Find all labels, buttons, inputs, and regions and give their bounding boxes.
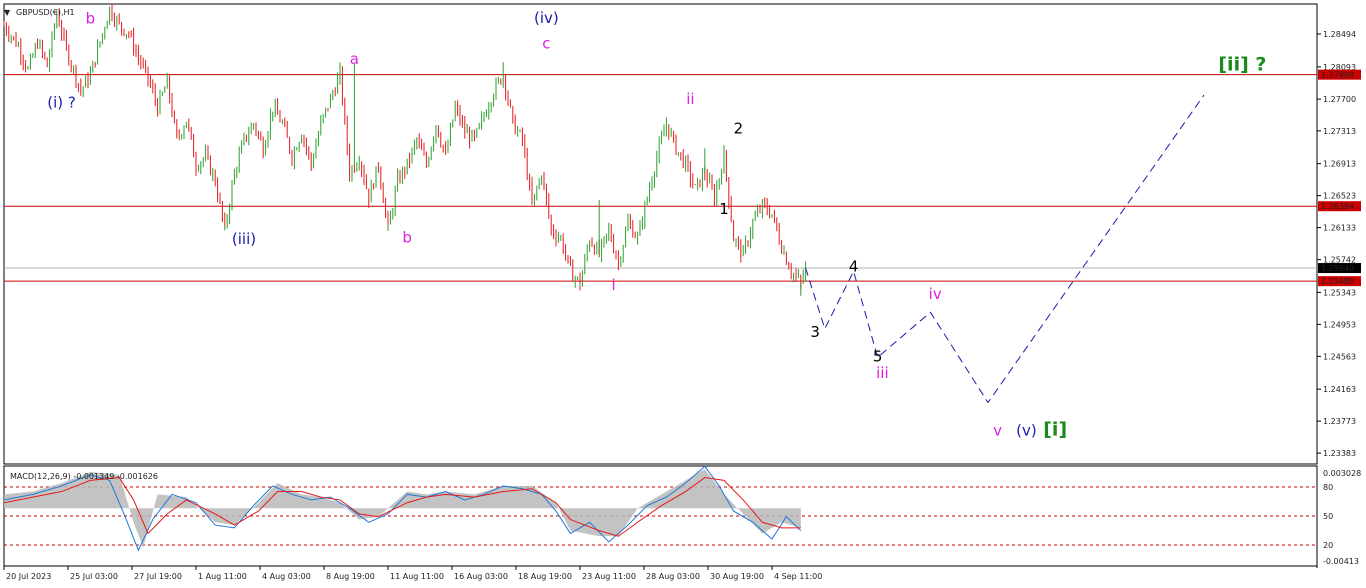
- time-tick-label: 8 Aug 19:00: [326, 572, 375, 581]
- time-tick-label: 27 Jul 19:00: [134, 572, 182, 581]
- wave-label: ii: [686, 90, 694, 108]
- price-tick-label: 1.26523: [1323, 192, 1356, 201]
- wave-label: c: [542, 34, 550, 52]
- current-price-label: 1.25640: [1321, 264, 1354, 273]
- time-tick-label: 30 Aug 19:00: [710, 572, 764, 581]
- wave-label: (iii): [232, 230, 256, 248]
- time-tick-label: 16 Aug 03:00: [454, 572, 508, 581]
- price-tick-label: 1.26913: [1323, 160, 1356, 169]
- macd-tick-label: 20: [1323, 541, 1333, 550]
- wave-label: 2: [734, 120, 744, 138]
- wave-label: [i]: [1043, 418, 1067, 440]
- chart-title: GBPUSD(€),H1: [16, 8, 75, 17]
- level-price-label: 1.25480: [1321, 277, 1354, 286]
- wave-label: (v): [1016, 421, 1037, 439]
- time-tick-label: 11 Aug 11:00: [390, 572, 444, 581]
- wave-label: b: [86, 10, 96, 28]
- wave-label: 1: [719, 200, 729, 218]
- macd-title: MACD(12,26,9) -0.001349 -0.001626: [10, 472, 158, 481]
- price-tick-label: 1.26133: [1323, 224, 1356, 233]
- time-tick-label: 28 Aug 03:00: [646, 572, 700, 581]
- time-tick-label: 23 Aug 11:00: [582, 572, 636, 581]
- time-tick-label: 4 Aug 03:00: [262, 572, 311, 581]
- wave-label: b: [402, 229, 412, 247]
- wave-label: i: [612, 276, 616, 294]
- symbol-menu-icon[interactable]: ▼: [4, 8, 11, 17]
- wave-label: (i) ?: [47, 93, 76, 111]
- macd-tick-label: 0.003028: [1323, 469, 1361, 478]
- wave-label: 4: [849, 257, 859, 275]
- time-tick-label: 18 Aug 19:00: [518, 572, 572, 581]
- wave-label: v: [993, 421, 1002, 439]
- level-price-label: 1.26394: [1321, 202, 1354, 211]
- wave-label: [ii] ?: [1218, 53, 1266, 75]
- price-tick-label: 1.24163: [1323, 385, 1356, 394]
- macd-tick-label: 80: [1323, 483, 1333, 492]
- wave-label: a: [350, 50, 359, 68]
- time-tick-label: 25 Jul 03:00: [70, 572, 118, 581]
- price-tick-label: 1.27313: [1323, 127, 1356, 136]
- price-tick-label: 1.24953: [1323, 320, 1356, 329]
- wave-label: iv: [929, 285, 942, 303]
- time-tick-label: 1 Aug 11:00: [198, 572, 247, 581]
- price-tick-label: 1.27700: [1323, 95, 1356, 104]
- chart-canvas[interactable]: 1.284941.280931.277001.273131.269131.265…: [0, 0, 1366, 588]
- macd-tick-label: -0.00413: [1323, 557, 1359, 566]
- wave-label: 5: [873, 348, 883, 366]
- wave-label: 3: [810, 323, 820, 341]
- time-tick-label: 20 Jul 2023: [6, 572, 51, 581]
- time-tick-label: 4 Sep 11:00: [774, 572, 822, 581]
- price-tick-label: 1.23383: [1323, 449, 1356, 458]
- price-tick-label: 1.28494: [1323, 30, 1356, 39]
- price-tick-label: 1.25343: [1323, 288, 1356, 297]
- macd-tick-label: 50: [1323, 512, 1333, 521]
- wave-label: (iv): [534, 9, 559, 27]
- level-price-label: 1.27998: [1321, 71, 1354, 80]
- price-tick-label: 1.24563: [1323, 352, 1356, 361]
- price-tick-label: 1.23773: [1323, 417, 1356, 426]
- wave-label: iii: [876, 364, 889, 382]
